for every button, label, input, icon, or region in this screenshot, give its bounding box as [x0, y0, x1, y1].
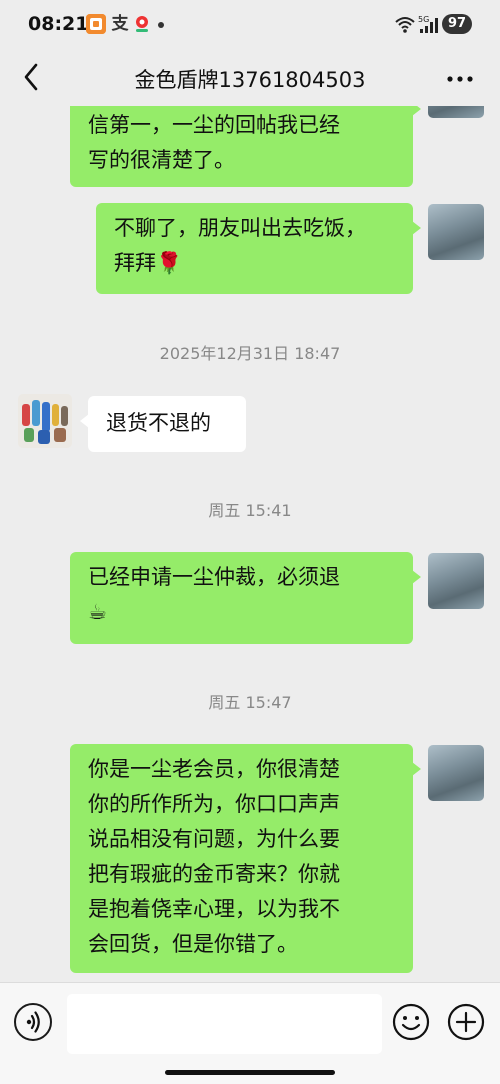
chat-header: 金色盾牌13761804503	[0, 48, 500, 106]
avatar[interactable]	[428, 553, 484, 609]
status-bar: 08:21 支 5G 97	[0, 0, 500, 48]
message-line: 说品相没有问题，为什么要	[88, 827, 340, 851]
status-time: 08:21	[28, 13, 89, 35]
message-line: 你是一尘老会员，你很清楚	[88, 757, 340, 781]
cell-signal-icon: 5G	[418, 14, 440, 34]
notification-app-icon	[86, 14, 106, 34]
notification-alipay-icon: 支	[111, 14, 129, 34]
battery-level: 97	[442, 14, 472, 34]
message-line: 会回货，但是你错了。	[88, 932, 298, 956]
message-bubble-sent[interactable]: 信第一，一尘的回帖我已经 写的很清楚了。	[70, 106, 421, 187]
avatar[interactable]	[428, 106, 484, 118]
message-list[interactable]: 信第一，一尘的回帖我已经 写的很清楚了。 不聊了，朋友叫出去吃饭， 拜拜🌹 20…	[0, 106, 500, 982]
message-line: 退货不退的	[106, 411, 211, 435]
notification-more-dot	[158, 22, 164, 28]
chat-title: 金色盾牌13761804503	[134, 68, 366, 92]
message-timestamp: 2025年12月31日 18:47	[159, 344, 341, 363]
message-bubble-sent[interactable]: 已经申请一尘仲裁，必须退 ☕	[70, 552, 421, 644]
message-bubble-sent[interactable]: 你是一尘老会员，你很清楚 你的所作所为，你口口声声 说品相没有问题，为什么要 把…	[70, 744, 421, 973]
message-line: 写的很清楚了。	[88, 148, 235, 172]
avatar[interactable]	[428, 204, 484, 260]
more-dots-icon	[447, 76, 473, 82]
more-functions-button[interactable]	[447, 1003, 485, 1041]
input-bar	[0, 982, 500, 1084]
avatar[interactable]	[18, 394, 72, 448]
wifi-icon	[394, 14, 416, 34]
avatar[interactable]	[428, 745, 484, 801]
notification-location-icon	[132, 14, 152, 34]
message-input[interactable]	[67, 994, 382, 1054]
message-line: ☕	[88, 600, 107, 624]
message-timestamp: 周五 15:47	[208, 693, 292, 712]
message-line: 你的所作所为，你口口声声	[88, 792, 340, 816]
emoji-icon	[392, 1003, 430, 1041]
message-line: 不聊了，朋友叫出去吃饭，	[114, 216, 366, 240]
svg-text:5G: 5G	[418, 15, 429, 24]
message-bubble-received[interactable]: 退货不退的	[80, 396, 246, 452]
home-indicator[interactable]	[165, 1070, 335, 1075]
plus-icon	[447, 1003, 485, 1041]
voice-button[interactable]	[14, 1003, 52, 1041]
more-button[interactable]	[446, 70, 474, 82]
voice-icon	[26, 1011, 40, 1033]
message-timestamp: 周五 15:41	[208, 501, 292, 520]
message-line: 拜拜🌹	[114, 251, 183, 275]
chevron-left-icon	[24, 63, 38, 91]
emoji-button[interactable]	[392, 1003, 430, 1041]
back-button[interactable]	[18, 61, 46, 93]
message-line: 已经申请一尘仲裁，必须退	[88, 565, 340, 589]
message-bubble-sent[interactable]: 不聊了，朋友叫出去吃饭， 拜拜🌹	[96, 203, 421, 294]
message-line: 把有瑕疵的金币寄来？你就	[88, 862, 340, 886]
message-line: 信第一，一尘的回帖我已经	[88, 113, 340, 137]
message-line: 是抱着侥幸心理，以为我不	[88, 897, 340, 921]
